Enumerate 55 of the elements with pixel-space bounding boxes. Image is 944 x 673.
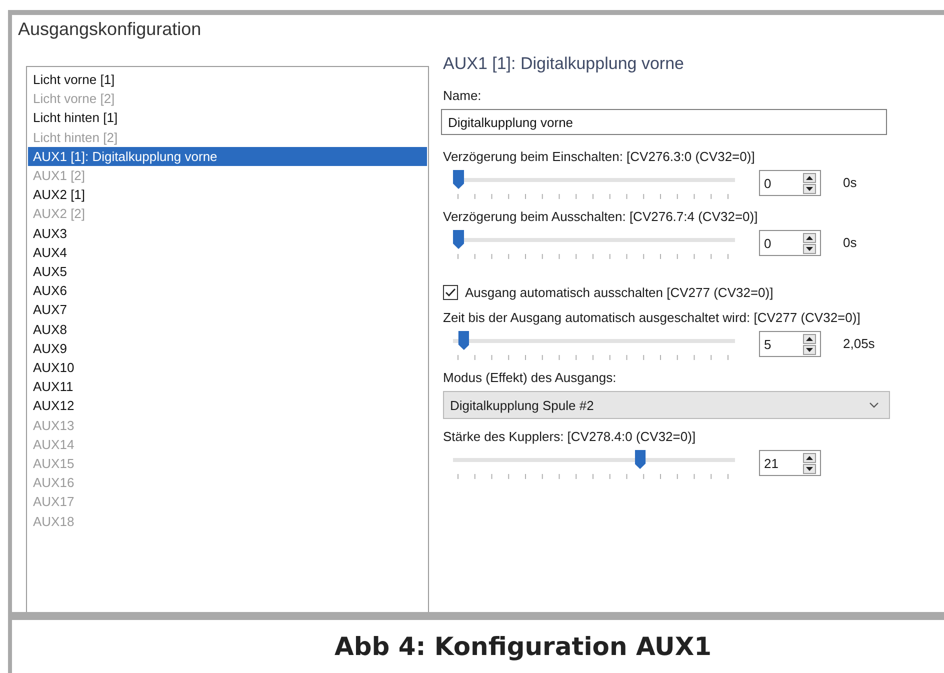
chevron-icon <box>869 402 879 408</box>
list-item[interactable]: AUX4 <box>28 242 427 262</box>
slider-thumb[interactable] <box>634 450 646 469</box>
list-item[interactable]: AUX2 [1] <box>28 185 427 204</box>
decrement-button[interactable] <box>803 184 816 194</box>
slider-thumb[interactable] <box>458 331 470 350</box>
decrement-button[interactable] <box>803 464 816 474</box>
value-reading: 2,05s <box>843 336 875 351</box>
up-triangle-icon <box>806 236 813 240</box>
up-triangle-icon <box>806 336 813 340</box>
increment-button[interactable] <box>803 334 816 344</box>
field-label: Name: <box>443 88 482 103</box>
list-item[interactable]: AUX6 <box>28 281 427 300</box>
setting-label: Modus (Effekt) des Ausgangs: <box>443 370 616 385</box>
slider-thumb[interactable] <box>453 170 464 189</box>
mode-dropdown[interactable]: Digitalkupplung Spule #2 <box>443 391 890 419</box>
decrement-button[interactable] <box>803 244 816 254</box>
list-item[interactable]: AUX11 <box>28 377 427 396</box>
down-triangle-icon <box>806 246 813 250</box>
checkbox[interactable] <box>443 285 458 300</box>
setting-label: Stärke des Kupplers: [CV278.4:0 (CV32=0)] <box>443 429 696 444</box>
increment-button[interactable] <box>803 172 816 182</box>
list-item[interactable]: AUX12 <box>28 396 427 416</box>
setting-label: Zeit bis der Ausgang automatisch ausgeschaltet wird: [CV277 (CV32=0)] <box>443 310 860 325</box>
number-spinner[interactable]: 5 <box>759 331 821 357</box>
value-reading: 0s <box>843 235 857 250</box>
list-item[interactable]: AUX3 <box>28 224 427 243</box>
value-reading: 0s <box>843 175 857 190</box>
down-triangle-icon <box>806 186 813 190</box>
name-field[interactable]: Digitalkupplung vorne <box>441 109 887 135</box>
list-item[interactable]: Licht hinten [1] <box>28 108 427 128</box>
number-spinner[interactable]: 0 <box>759 170 821 196</box>
down-triangle-icon <box>806 466 813 470</box>
slider-thumb[interactable] <box>453 230 464 249</box>
setting-label: Verzögerung beim Ausschalten: [CV276.7:4 (CV32=0)] <box>443 209 758 224</box>
list-item[interactable]: Licht vorne [1] <box>28 70 427 90</box>
list-item[interactable]: AUX5 <box>28 262 427 282</box>
increment-button[interactable] <box>803 232 816 242</box>
up-triangle-icon <box>806 456 813 460</box>
increment-button[interactable] <box>803 452 816 462</box>
up-triangle-icon <box>806 176 813 180</box>
section-heading: AUX1 [1]: Digitalkupplung vorne <box>443 54 684 74</box>
checkbox-label: Ausgang automatisch ausschalten [CV277 (CV32=0)] <box>465 285 774 300</box>
figure-caption: Abb 4: Konfiguration AUX1 <box>334 632 712 661</box>
number-spinner[interactable]: 0 <box>759 230 821 256</box>
list-item[interactable]: AUX7 <box>28 300 427 320</box>
list-item[interactable]: AUX9 <box>28 338 427 358</box>
list-item[interactable]: AUX1 [1]: Digitalkupplung vorne <box>28 146 427 166</box>
number-spinner[interactable]: 21 <box>759 450 821 476</box>
list-item[interactable]: AUX8 <box>28 320 427 339</box>
down-triangle-icon <box>806 348 813 352</box>
window-title: Ausgangskonfiguration <box>18 19 202 40</box>
list-item[interactable]: AUX10 <box>28 358 427 378</box>
setting-label: Verzögerung beim Einschalten: [CV276.3:0 (CV32=0)] <box>443 149 755 164</box>
decrement-button[interactable] <box>803 344 816 354</box>
